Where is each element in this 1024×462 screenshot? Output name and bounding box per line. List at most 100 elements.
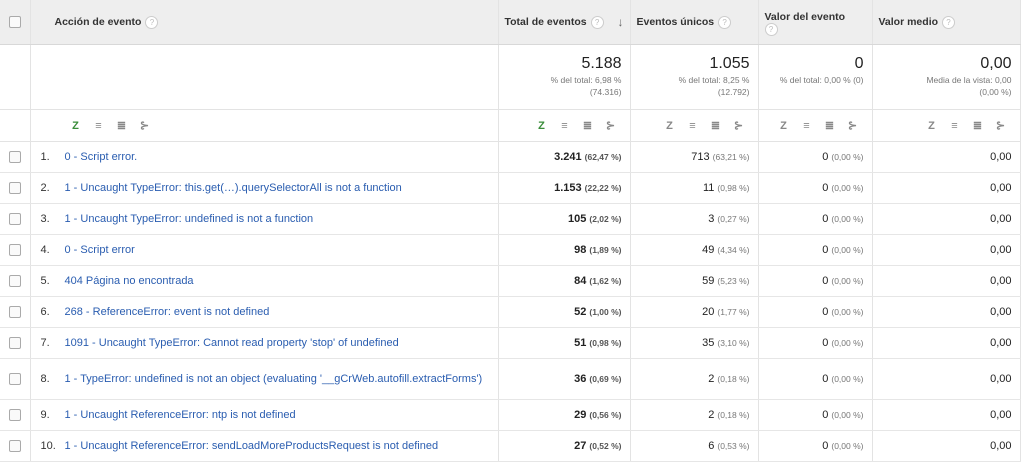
row-checkbox[interactable]	[8, 151, 21, 163]
term-cloud-icon[interactable]: Z	[665, 120, 675, 132]
term-cloud-icon[interactable]: Z	[927, 120, 937, 132]
help-icon[interactable]: ?	[590, 15, 604, 29]
table-row: 7. 1091 - Uncaught TypeError: Cannot rea…	[0, 327, 1021, 359]
row-unique-value: 11	[702, 182, 715, 194]
row-unique-pct: (63,21 %)	[712, 152, 750, 162]
event-action-link[interactable]: 1091 - Uncaught TypeError: Cannot read p…	[65, 337, 399, 349]
comparison-icon[interactable]: ≣	[711, 119, 721, 132]
select-all-checkbox[interactable]	[8, 16, 21, 28]
totals-row: 5.188 % del total: 6,98 % (74.316) 1.055…	[0, 44, 1021, 110]
row-checkbox[interactable]	[8, 409, 21, 421]
viz-avg-cell: Z ≡ ≣ ⊱	[872, 109, 1021, 142]
performance-bars-icon[interactable]: ≡	[560, 120, 570, 132]
row-value-value: 0	[822, 213, 829, 225]
row-avg-value: 0,00	[990, 440, 1012, 452]
row-value-cell: 0 (0,00 %)	[758, 234, 873, 266]
row-avg-cell: 0,00	[872, 141, 1021, 173]
row-checkbox[interactable]	[8, 440, 21, 452]
totals-unique: 1.055 % del total: 8,25 % (12.792)	[630, 44, 759, 110]
row-checkbox[interactable]	[8, 182, 21, 194]
comparison-icon[interactable]: ≣	[825, 119, 835, 132]
help-icon[interactable]: ?	[145, 15, 159, 29]
row-number: 6.	[40, 306, 50, 318]
event-action-link[interactable]: 404 Página no encontrada	[65, 275, 194, 287]
row-total-pct: (1,00 %)	[589, 307, 622, 317]
help-icon[interactable]: ?	[942, 15, 956, 29]
term-cloud-icon[interactable]: Z	[71, 120, 81, 132]
row-value-pct: (0,00 %)	[831, 441, 864, 451]
row-total-value: 105	[568, 213, 587, 225]
comparison-icon[interactable]: ≣	[117, 119, 127, 132]
performance-bars-icon[interactable]: ≡	[94, 120, 104, 132]
col-header-avg[interactable]: Valor medio?	[872, 0, 1021, 45]
row-checkbox[interactable]	[8, 306, 21, 318]
col-header-unique[interactable]: Eventos únicos?	[630, 0, 759, 45]
event-action-link[interactable]: 1 - Uncaught TypeError: undefined is not…	[65, 213, 314, 225]
row-checkbox[interactable]	[8, 373, 21, 385]
row-action-cell: 10. 1 - Uncaught ReferenceError: sendLoa…	[30, 430, 499, 462]
row-checkbox[interactable]	[8, 244, 21, 256]
row-value-pct: (0,00 %)	[831, 307, 864, 317]
row-checkbox-cell	[0, 172, 31, 204]
sort-desc-arrow-icon[interactable]: ↓	[618, 15, 624, 29]
totals-value: 0 % del total: 0,00 % (0)	[758, 44, 873, 110]
row-unique-cell: 59 (5,23 %)	[630, 265, 759, 297]
totals-value-sub1: % del total: 0,00 % (0)	[779, 75, 864, 85]
event-action-link[interactable]: 1 - TypeError: undefined is not an objec…	[65, 373, 483, 385]
row-unique-cell: 20 (1,77 %)	[630, 296, 759, 328]
pivot-icon[interactable]: ⊱	[848, 119, 858, 132]
performance-bars-icon[interactable]: ≡	[950, 120, 960, 132]
performance-bars-icon[interactable]: ≡	[688, 120, 698, 132]
table-row: 8. 1 - TypeError: undefined is not an ob…	[0, 358, 1021, 400]
row-value-pct: (0,00 %)	[831, 410, 864, 420]
data-rows: 1. 0 - Script error. 3.241 (62,47 %) 713(…	[0, 141, 1021, 462]
help-icon[interactable]: ?	[718, 15, 732, 29]
event-action-link[interactable]: 1 - Uncaught ReferenceError: sendLoadMor…	[65, 440, 439, 452]
row-action-cell: 9. 1 - Uncaught ReferenceError: ntp is n…	[30, 399, 499, 431]
term-cloud-icon[interactable]: Z	[537, 120, 547, 132]
event-action-link[interactable]: 1 - Uncaught TypeError: this.get(…).quer…	[65, 182, 402, 194]
col-header-avg-label: Valor medio	[878, 16, 939, 28]
performance-bars-icon[interactable]: ≡	[802, 120, 812, 132]
row-avg-cell: 0,00	[872, 358, 1021, 400]
term-cloud-icon[interactable]: Z	[779, 120, 789, 132]
row-checkbox[interactable]	[8, 213, 21, 225]
row-value-pct: (0,00 %)	[831, 152, 864, 162]
pivot-icon[interactable]: ⊱	[140, 119, 150, 132]
row-unique-value: 59	[702, 275, 715, 287]
comparison-icon[interactable]: ≣	[973, 119, 983, 132]
row-action-cell: 1. 0 - Script error.	[30, 141, 499, 173]
row-value-cell: 0 (0,00 %)	[758, 358, 873, 400]
table-row: 4. 0 - Script error 98 (1,89 %) 49 (4,34 %…	[0, 234, 1021, 266]
table-row: 3. 1 - Uncaught TypeError: undefined is …	[0, 203, 1021, 235]
row-avg-value: 0,00	[990, 213, 1012, 225]
row-avg-cell: 0,00	[872, 296, 1021, 328]
col-header-value[interactable]: Valor del evento?	[758, 0, 873, 45]
pivot-icon[interactable]: ⊱	[734, 119, 744, 132]
row-number: 8.	[40, 373, 50, 385]
row-total-cell: 98 (1,89 %)	[498, 234, 631, 266]
row-checkbox[interactable]	[8, 337, 21, 349]
col-header-total[interactable]: Total de eventos? ↓	[498, 0, 631, 45]
row-avg-value: 0,00	[990, 409, 1012, 421]
row-avg-value: 0,00	[990, 275, 1012, 287]
col-header-action[interactable]: Acción de evento?	[30, 0, 499, 45]
event-action-link[interactable]: 1 - Uncaught ReferenceError: ntp is not …	[65, 409, 296, 421]
pivot-icon[interactable]: ⊱	[996, 119, 1006, 132]
row-value-cell: 0 (0,00 %)	[758, 172, 873, 204]
event-action-link[interactable]: 0 - Script error.	[65, 151, 138, 163]
row-action-cell: 3. 1 - Uncaught TypeError: undefined is …	[30, 203, 499, 235]
row-action-cell: 4. 0 - Script error	[30, 234, 499, 266]
event-action-link[interactable]: 268 - ReferenceError: event is not defin…	[65, 306, 270, 318]
help-icon[interactable]: ?	[764, 22, 778, 36]
row-value-cell: 0 (0,00 %)	[758, 203, 873, 235]
row-total-pct: (0,56 %)	[589, 410, 622, 420]
report-table: Acción de evento? Total de eventos? ↓ Eve…	[0, 0, 1021, 462]
row-unique-pct: (0,27 %)	[717, 214, 750, 224]
row-checkbox-cell	[0, 203, 31, 235]
comparison-icon[interactable]: ≣	[583, 119, 593, 132]
row-total-cell: 3.241 (62,47 %)	[498, 141, 631, 173]
event-action-link[interactable]: 0 - Script error	[65, 244, 135, 256]
row-checkbox[interactable]	[8, 275, 21, 287]
pivot-icon[interactable]: ⊱	[606, 119, 616, 132]
